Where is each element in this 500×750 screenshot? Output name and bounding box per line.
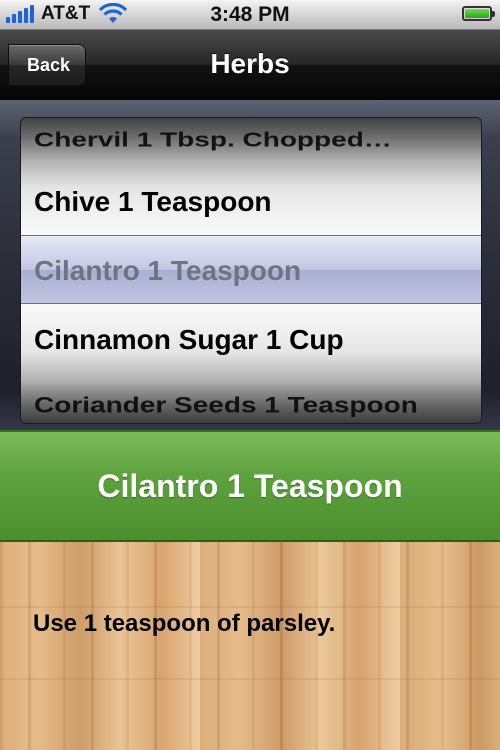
battery-fill <box>465 9 489 18</box>
back-button[interactable]: Back <box>0 43 86 86</box>
substitution-tip: Use 1 teaspoon of parsley. <box>33 610 336 637</box>
picker-item-label: Cinnamon Sugar 1 Cup <box>34 324 344 355</box>
wood-grain-overlay <box>0 542 500 750</box>
picker-item-label: Coriander Seeds 1 Teaspoon <box>34 392 418 418</box>
picker-item-label: Chervil 1 Tbsp. Chopped… <box>34 128 392 151</box>
status-time: 3:48 PM <box>210 3 290 26</box>
picker-item[interactable]: Coriander Seeds 1 Teaspoon <box>21 374 481 423</box>
battery-icon <box>462 6 495 21</box>
picker-item-label: Cilantro 1 Teaspoon <box>34 255 302 286</box>
herb-picker-wheel[interactable]: Chervil 1 Tbsp. Chopped… Chive 1 Teaspoo… <box>20 117 482 424</box>
wood-background: Use 1 teaspoon of parsley. <box>0 542 500 750</box>
picker-item-selected[interactable]: Cilantro 1 Teaspoon <box>21 237 481 305</box>
picker-item[interactable]: Chervil 1 Tbsp. Chopped… <box>21 118 481 170</box>
picker-frame: Chervil 1 Tbsp. Chopped… Chive 1 Teaspoo… <box>0 100 500 430</box>
picker-item[interactable]: Cinnamon Sugar 1 Cup <box>21 306 481 374</box>
status-bar: AT&T 3:48 PM <box>0 0 500 30</box>
picker-item-label: Chive 1 Teaspoon <box>34 186 272 217</box>
navigation-bar: Herbs Back <box>0 30 500 100</box>
selected-herb-banner: Cilantro 1 Teaspoon <box>0 430 500 542</box>
back-button-label: Back <box>27 55 71 75</box>
picker-item[interactable]: Chive 1 Teaspoon <box>21 168 481 236</box>
